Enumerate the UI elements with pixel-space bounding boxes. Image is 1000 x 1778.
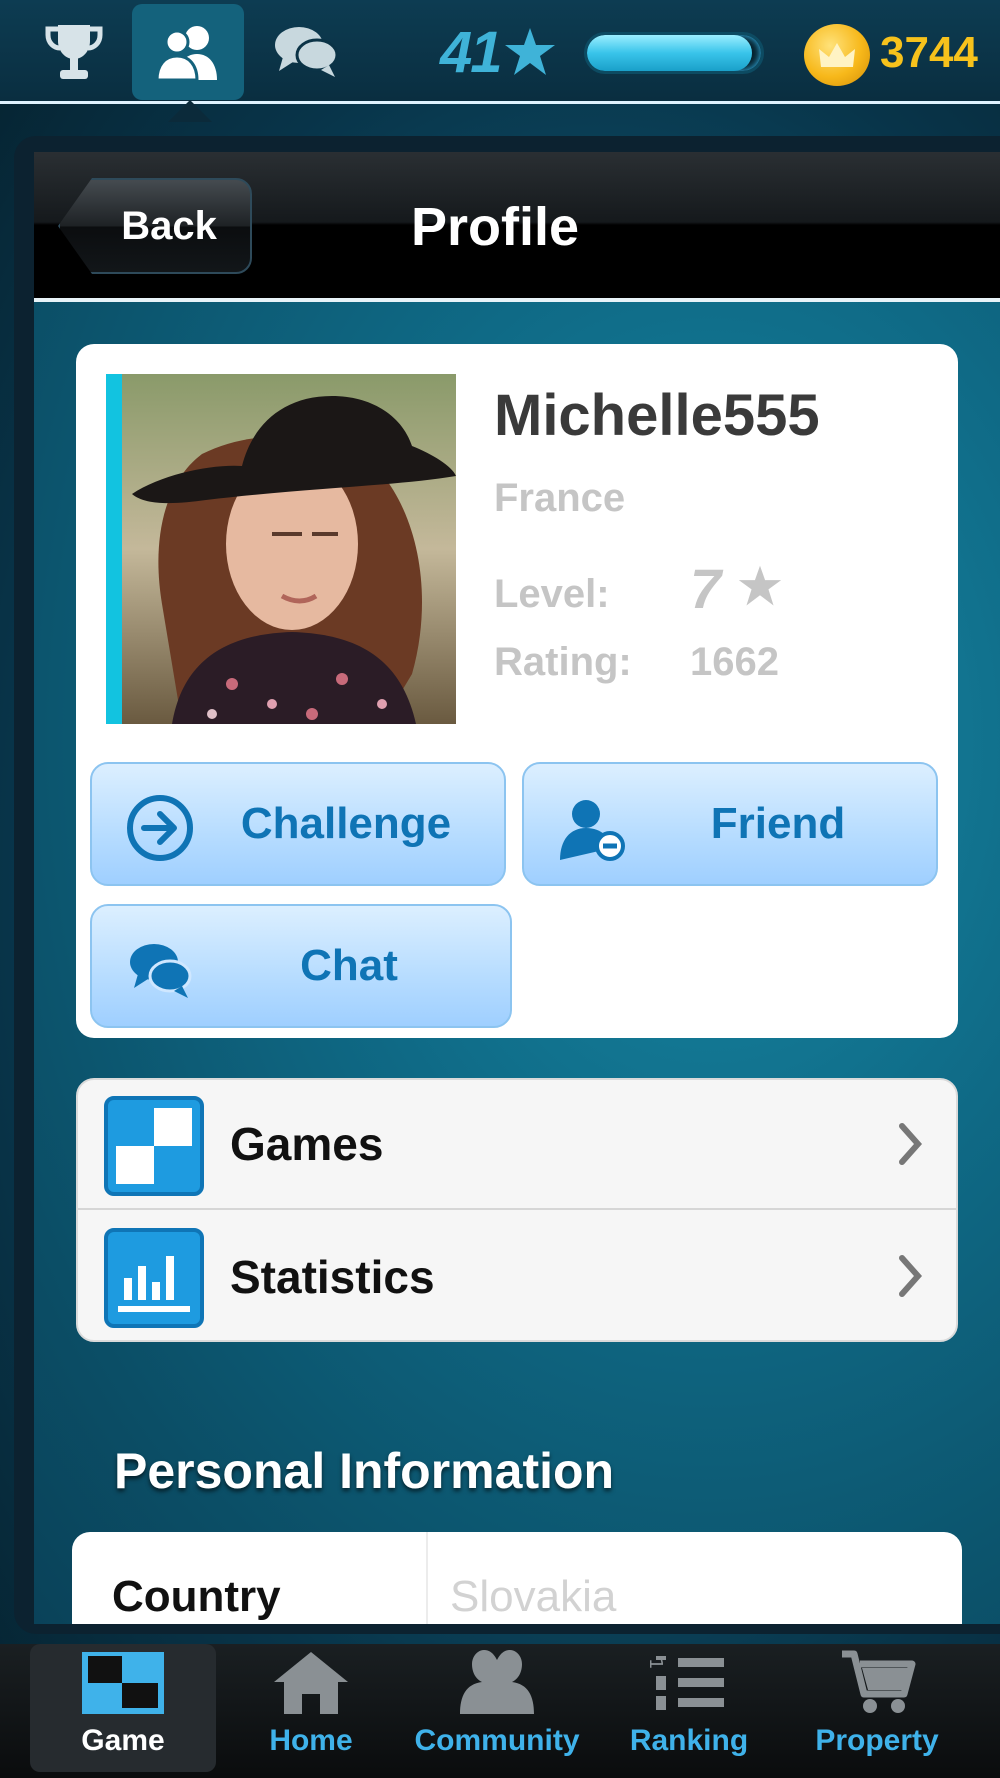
tab-property-label: Property: [815, 1724, 939, 1757]
star-icon: [504, 28, 555, 75]
profile-card: Michelle555 France Level: 7 Rating: 1662…: [76, 344, 958, 1038]
chat-label: Chat: [300, 941, 398, 990]
xp-progress-fill: [587, 35, 753, 71]
active-tab-pointer: [168, 100, 212, 122]
tab-home[interactable]: Home: [218, 1644, 404, 1772]
tab-game[interactable]: Game: [30, 1644, 216, 1772]
username: Michelle555: [494, 383, 820, 448]
personal-info-card: Country Slovakia: [72, 1532, 962, 1624]
trophy-button[interactable]: [18, 4, 130, 100]
challenge-button[interactable]: Challenge: [90, 762, 506, 886]
level-number: 41: [440, 19, 502, 85]
crown-icon: [819, 43, 855, 67]
navigation-bar: Back Profile: [34, 152, 1000, 302]
profile-menu-list: Games Statistics: [76, 1078, 958, 1342]
profile-panel: Back Profile Michelle555 France Level: 7…: [34, 152, 1000, 1624]
chat-button[interactable]: Chat: [90, 904, 512, 1028]
friend-label: Friend: [710, 799, 846, 848]
coin-count: 3744: [880, 28, 978, 77]
statistics-icon: [104, 1228, 204, 1328]
avatar-photo: [122, 374, 456, 724]
player-level: 41: [440, 18, 557, 86]
level-value: 7: [690, 557, 722, 620]
chevron-right-icon: [899, 1123, 923, 1165]
tab-home-label: Home: [269, 1724, 353, 1757]
tab-property[interactable]: Property: [784, 1644, 970, 1772]
tab-community-label: Community: [414, 1724, 580, 1757]
shopping-cart-icon: [842, 1650, 916, 1713]
tab-game-label: Game: [81, 1724, 165, 1757]
avatar: [106, 374, 456, 724]
page-title: Profile: [410, 197, 580, 257]
tab-ranking-label: Ranking: [629, 1724, 749, 1757]
chat-bubbles-icon: [275, 27, 339, 77]
people-icon: [155, 26, 217, 82]
ranking-list-icon: 1: [646, 1656, 724, 1710]
level-value-group: 7: [690, 556, 783, 621]
top-bar: 41 3744: [0, 0, 1000, 104]
statistics-label: Statistics: [230, 1251, 435, 1303]
rating-label: Rating:: [494, 640, 632, 684]
friends-button[interactable]: [132, 4, 244, 100]
games-row[interactable]: Games: [78, 1080, 956, 1210]
rating-value: 1662: [690, 640, 779, 684]
messages-button[interactable]: [250, 4, 362, 100]
chevron-right-icon: [899, 1255, 923, 1297]
tab-community[interactable]: Community: [404, 1644, 590, 1772]
challenge-label: Challenge: [240, 799, 452, 848]
game-board-icon: [82, 1652, 164, 1714]
friend-button[interactable]: Friend: [522, 762, 938, 886]
xp-progress-bar: [584, 32, 764, 74]
coin-icon: [804, 24, 870, 86]
tab-ranking[interactable]: 1 Ranking: [596, 1644, 782, 1772]
home-icon: [274, 1652, 348, 1714]
level-label: Level:: [494, 572, 610, 616]
profile-country: France: [494, 476, 626, 520]
personal-info-heading: Personal Information: [114, 1443, 615, 1499]
statistics-row[interactable]: Statistics: [78, 1212, 956, 1340]
country-label: Country: [112, 1572, 281, 1621]
games-icon: [104, 1096, 204, 1196]
community-icon: [460, 1650, 534, 1714]
level-star-icon: [738, 565, 781, 606]
trophy-icon: [45, 25, 103, 79]
bottom-tab-bar: Game Home Community 1 Ranking Property: [0, 1644, 1000, 1778]
games-label: Games: [230, 1118, 384, 1170]
country-field[interactable]: Slovakia: [426, 1532, 962, 1624]
